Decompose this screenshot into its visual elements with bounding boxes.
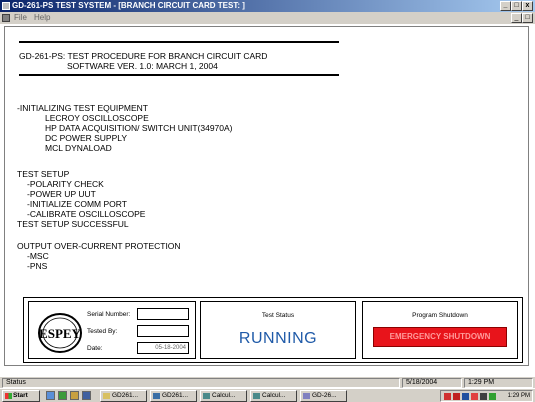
status-time: 1:29 PM [464,378,533,388]
header-rule-bottom [19,74,339,76]
date-field[interactable]: 05-18-2004 [137,342,189,354]
taskbar-item[interactable]: GD261... [100,390,147,402]
tray-icon[interactable] [453,393,460,400]
taskbar-item[interactable]: Calcul... [250,390,297,402]
equipment-item: DC POWER SUPPLY [45,133,128,143]
ocp-item: -PNS [27,261,48,271]
equipment-item: LECROY OSCILLOSCOPE [45,113,149,123]
tested-by-field[interactable] [137,325,189,337]
desktop-icon[interactable] [46,391,55,400]
taskbar-item[interactable]: GD261... [150,390,197,402]
logo-text: ESPEY [39,326,82,341]
date-label: Date: [87,345,103,352]
procedure-title: GD-261-PS: TEST PROCEDURE FOR BRANCH CIR… [19,51,268,61]
calculator-icon [203,393,210,399]
document-icon [303,393,310,399]
folder-icon [103,393,110,399]
calculator-icon [253,393,260,399]
tray-icon[interactable] [444,393,451,400]
app-icon [153,393,160,399]
header-rule-top [19,41,339,43]
start-button[interactable]: Start [2,390,40,402]
tray-icon[interactable] [462,393,469,400]
status-date: 5/18/2004 [402,378,462,388]
mdi-restore-button[interactable]: □ [522,13,533,23]
menu-bar: File Help _ □ [0,12,535,24]
ocp-item: -MSC [27,251,49,261]
browser-icon[interactable] [58,391,67,400]
app-icon [2,2,10,10]
window-title: GD-261-PS TEST SYSTEM - [BRANCH CIRCUIT … [12,1,245,10]
test-log-area: GD-261-PS: TEST PROCEDURE FOR BRANCH CIR… [4,26,529,366]
taskbar-clock: 1:29 PM [507,393,530,399]
mdi-minimize-button[interactable]: _ [511,13,522,23]
setup-step: -CALIBRATE OSCILLOSCOPE [27,209,146,219]
software-version: SOFTWARE VER. 1.0: MARCH 1, 2004 [67,61,218,71]
title-bar: GD-261-PS TEST SYSTEM - [BRANCH CIRCUIT … [0,0,535,12]
shutdown-title: Program Shutdown [412,312,468,319]
status-bar: Status 5/18/2004 1:29 PM [0,376,535,388]
equipment-item: HP DATA ACQUISITION/ SWITCH UNIT(34970A) [45,123,233,133]
ocp-title: OUTPUT OVER-CURRENT PROTECTION [17,241,181,251]
setup-result: TEST SETUP SUCCESSFUL [17,219,129,229]
serial-label: Serial Number: [87,311,131,318]
bottom-panel-frame: ESPEY Serial Number: Tested By: Date: 05… [23,297,523,363]
tray-icon[interactable] [471,393,478,400]
close-button[interactable]: x [522,1,533,11]
windows-flag-icon [5,393,12,399]
setup-step: -POWER UP UUT [27,189,96,199]
unit-info-panel: ESPEY Serial Number: Tested By: Date: 05… [28,301,196,359]
menu-help[interactable]: Help [34,12,50,24]
system-tray: 1:29 PM [440,390,533,402]
test-status-title: Test Status [261,312,295,319]
tested-by-label: Tested By: [87,328,118,335]
minimize-button[interactable]: _ [500,1,511,11]
program-shutdown-panel: Program Shutdown EMERGENCY SHUTDOWN [362,301,518,359]
setup-step: -POLARITY CHECK [27,179,104,189]
start-label: Start [13,392,28,399]
network-icon[interactable] [70,391,79,400]
status-text: Status [2,378,400,388]
document-icon[interactable] [2,14,10,22]
emergency-shutdown-button[interactable]: EMERGENCY SHUTDOWN [373,327,507,347]
serial-number-field[interactable] [137,308,189,320]
test-status-value: RUNNING [238,330,318,347]
tray-icon[interactable] [489,393,496,400]
setup-step: -INITIALIZE COMM PORT [27,199,127,209]
tray-icon[interactable] [480,393,487,400]
setup-title: TEST SETUP [17,169,70,179]
test-status-panel: Test Status RUNNING [200,301,356,359]
taskbar-item[interactable]: GD-26... [300,390,347,402]
espey-logo: ESPEY [38,313,82,353]
maximize-button[interactable]: □ [511,1,522,11]
explorer-icon[interactable] [82,391,91,400]
taskbar: Start GD261... GD261... Calcul... Calcul… [0,388,535,402]
init-title: -INITIALIZING TEST EQUIPMENT [17,103,148,113]
equipment-item: MCL DYNALOAD [45,143,112,153]
menu-file[interactable]: File [14,12,27,24]
taskbar-item[interactable]: Calcul... [200,390,247,402]
